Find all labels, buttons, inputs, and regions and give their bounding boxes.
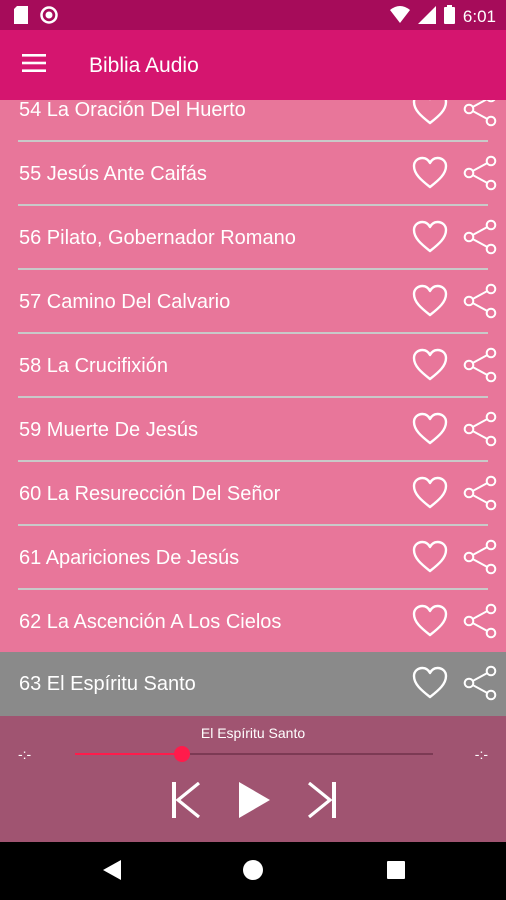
list-item[interactable]: 58 La Crucifixión bbox=[0, 334, 506, 398]
menu-button[interactable] bbox=[16, 47, 52, 83]
heart-outline-icon[interactable] bbox=[410, 282, 450, 320]
previous-button[interactable] bbox=[170, 781, 202, 823]
status-left-icons bbox=[14, 6, 58, 29]
skip-previous-icon bbox=[172, 781, 201, 823]
wifi-icon bbox=[389, 5, 410, 29]
heart-outline-icon[interactable] bbox=[410, 664, 450, 702]
heart-outline-icon[interactable] bbox=[410, 410, 450, 448]
share-icon[interactable] bbox=[463, 347, 497, 383]
list-item-label: 56 Pilato, Gobernador Romano bbox=[19, 227, 296, 249]
heart-outline-icon[interactable] bbox=[410, 346, 450, 384]
heart-outline-icon[interactable] bbox=[410, 100, 450, 128]
share-icon[interactable] bbox=[463, 219, 497, 255]
heart-outline-icon[interactable] bbox=[410, 474, 450, 512]
heart-outline-icon[interactable] bbox=[410, 602, 450, 640]
share-icon[interactable] bbox=[463, 283, 497, 319]
list-item[interactable]: 57 Camino Del Calvario bbox=[0, 270, 506, 334]
sd-card-icon bbox=[14, 6, 28, 29]
list-item[interactable]: 56 Pilato, Gobernador Romano bbox=[0, 206, 506, 270]
share-icon[interactable] bbox=[463, 603, 497, 639]
audio-player: El Espíritu Santo -:- -:- bbox=[0, 716, 506, 842]
status-time: 6:01 bbox=[462, 7, 496, 26]
heart-outline-icon[interactable] bbox=[410, 218, 450, 256]
home-button[interactable] bbox=[241, 859, 265, 886]
recents-square-icon bbox=[386, 860, 406, 885]
share-icon[interactable] bbox=[463, 475, 497, 511]
list-item[interactable]: 62 La Ascención A Los Cielos bbox=[0, 590, 506, 654]
heart-outline-icon[interactable] bbox=[410, 538, 450, 576]
share-icon[interactable] bbox=[463, 665, 497, 701]
hamburger-menu-icon bbox=[22, 53, 46, 77]
list-item[interactable]: 60 La Resurección Del Señor bbox=[0, 462, 506, 526]
share-icon[interactable] bbox=[463, 411, 497, 447]
cell-signal-icon bbox=[417, 5, 436, 29]
share-icon[interactable] bbox=[463, 100, 497, 127]
list-item-active[interactable]: 63 El Espíritu Santo bbox=[0, 652, 506, 716]
status-right-icons: 6:01 bbox=[389, 5, 496, 29]
chapter-list[interactable]: 54 La Oración Del Huerto 55 Jesús Ante C… bbox=[0, 100, 506, 716]
status-bar: 6:01 bbox=[0, 0, 506, 30]
seek-bar[interactable] bbox=[75, 746, 433, 762]
home-circle-icon bbox=[242, 859, 264, 886]
heart-outline-icon[interactable] bbox=[410, 154, 450, 192]
now-playing-title: El Espíritu Santo bbox=[200, 725, 306, 741]
app-title: Biblia Audio bbox=[89, 54, 199, 77]
circle-status-icon bbox=[40, 6, 58, 29]
list-item-label: 60 La Resurección Del Señor bbox=[19, 483, 281, 505]
list-item[interactable]: 59 Muerte De Jesús bbox=[0, 398, 506, 462]
list-item-label: 57 Camino Del Calvario bbox=[19, 291, 231, 313]
list-item-label: 54 La Oración Del Huerto bbox=[19, 100, 246, 121]
share-icon[interactable] bbox=[463, 155, 497, 191]
system-nav-bar bbox=[0, 842, 506, 900]
back-button[interactable] bbox=[100, 859, 124, 886]
play-icon bbox=[237, 781, 271, 824]
app-bar: Biblia Audio bbox=[0, 30, 506, 100]
battery-icon bbox=[443, 5, 455, 29]
elapsed-time: -:- bbox=[18, 746, 32, 762]
share-icon[interactable] bbox=[463, 539, 497, 575]
list-item-label: 58 La Crucifixión bbox=[19, 355, 168, 377]
recents-button[interactable] bbox=[384, 860, 408, 884]
play-button[interactable] bbox=[234, 781, 274, 824]
list-item[interactable]: 54 La Oración Del Huerto bbox=[0, 100, 506, 142]
list-item-label: 61 Apariciones De Jesús bbox=[19, 547, 240, 569]
list-item[interactable]: 61 Apariciones De Jesús bbox=[0, 526, 506, 590]
seek-bar-progress bbox=[75, 753, 183, 755]
list-item-label: 62 La Ascención A Los Cielos bbox=[19, 611, 282, 633]
back-triangle-icon bbox=[102, 859, 122, 886]
list-item-label: 59 Muerte De Jesús bbox=[19, 419, 198, 441]
next-button[interactable] bbox=[306, 781, 338, 823]
list-item[interactable]: 55 Jesús Ante Caifás bbox=[0, 142, 506, 206]
list-item-label: 55 Jesús Ante Caifás bbox=[19, 163, 207, 185]
list-item-label: 63 El Espíritu Santo bbox=[19, 673, 196, 695]
seek-bar-thumb[interactable] bbox=[174, 746, 191, 762]
skip-next-icon bbox=[307, 781, 336, 823]
duration-time: -:- bbox=[474, 746, 488, 762]
